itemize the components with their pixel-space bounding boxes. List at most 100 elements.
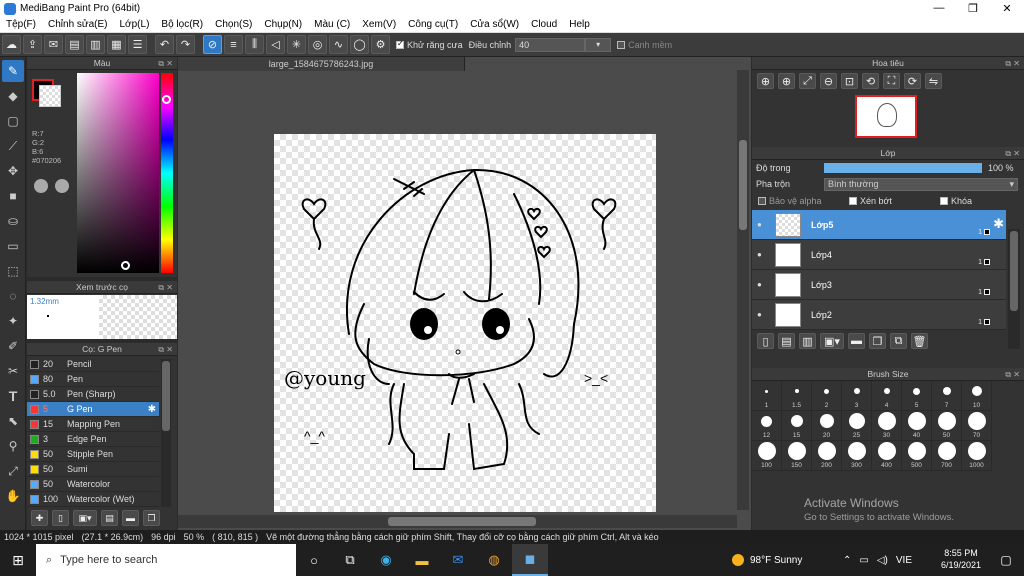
- cortana-icon[interactable]: ○: [296, 544, 332, 576]
- brush-size-option[interactable]: 70: [962, 411, 992, 441]
- document-tab[interactable]: large_1584675786243.jpg: [178, 57, 465, 71]
- brush-size-option[interactable]: 15: [782, 411, 812, 441]
- layer-add-menu-icon[interactable]: ▣▾: [820, 333, 844, 349]
- hand-tool-icon[interactable]: ✋: [2, 485, 24, 507]
- brush-folder-icon[interactable]: ▬: [122, 510, 139, 526]
- brush-item-g-pen[interactable]: 5G Pen ✱: [27, 402, 159, 417]
- file-explorer-icon[interactable]: ▬: [404, 544, 440, 576]
- network-icon[interactable]: ▭: [859, 555, 868, 566]
- gear-icon[interactable]: ✱: [993, 216, 1004, 232]
- select-tool-icon[interactable]: ⬚: [2, 260, 24, 282]
- panel-undock-icon[interactable]: ⧉ ✕: [1005, 147, 1020, 160]
- menu-cloud[interactable]: Cloud: [525, 19, 563, 30]
- medibang-taskbar-icon[interactable]: ◼: [512, 544, 548, 576]
- clipping-checkbox[interactable]: [849, 197, 857, 205]
- new-layer-icon[interactable]: ▯: [757, 333, 774, 349]
- tray-expand-icon[interactable]: ⌃: [843, 555, 851, 566]
- new-brush-icon[interactable]: ▯: [52, 510, 69, 526]
- brush-size-option[interactable]: 10: [962, 381, 992, 411]
- brush-item-stipple-pen[interactable]: 50 Stipple Pen: [27, 447, 159, 462]
- list-icon[interactable]: ☰: [128, 35, 147, 54]
- fill-rect-tool-icon[interactable]: ■: [2, 185, 24, 207]
- color-sv-picker[interactable]: [77, 73, 159, 273]
- brush-size-option[interactable]: 50: [932, 411, 962, 441]
- weather-widget[interactable]: 98°F Sunny: [732, 544, 802, 576]
- close-button[interactable]: ✕: [990, 2, 1024, 15]
- menu-snap[interactable]: Chụp(N): [258, 19, 308, 30]
- panel-undock-icon[interactable]: ⧉ ✕: [158, 57, 173, 70]
- fit-icon[interactable]: ⤢: [799, 73, 816, 89]
- brush-size-option[interactable]: 3: [842, 381, 872, 411]
- brush-size-option[interactable]: 5: [902, 381, 932, 411]
- layer-item[interactable]: ● Lớp5 1 ✱: [752, 210, 1006, 240]
- brush-size-option[interactable]: 500: [902, 441, 932, 471]
- edge-icon[interactable]: ◉: [368, 544, 404, 576]
- canvas-horizontal-scrollbar[interactable]: [178, 515, 737, 528]
- snap-circle-icon[interactable]: ◎: [308, 35, 327, 54]
- menu-view[interactable]: Xem(V): [356, 19, 402, 30]
- minimize-button[interactable]: —: [922, 2, 956, 15]
- volume-icon[interactable]: ◁): [877, 555, 888, 566]
- rotate-right-icon[interactable]: ⟳: [904, 73, 921, 89]
- snap-grid-icon[interactable]: ⫼: [245, 35, 264, 54]
- zoom-in-icon[interactable]: ⊕: [757, 73, 774, 89]
- language-indicator[interactable]: VIE: [896, 555, 912, 566]
- brush-size-option[interactable]: 700: [932, 441, 962, 471]
- brush-item-watercolor[interactable]: 50 Watercolor: [27, 477, 159, 492]
- layer-item[interactable]: ● Lớp3 1: [752, 270, 1006, 300]
- add-brush-icon[interactable]: ✚: [31, 510, 48, 526]
- protect-alpha-checkbox[interactable]: [758, 197, 766, 205]
- hue-slider[interactable]: [161, 73, 173, 273]
- redo-icon[interactable]: ↷: [176, 35, 195, 54]
- palette-settings-icon[interactable]: [55, 179, 69, 193]
- panel-undock-icon[interactable]: ⧉ ✕: [158, 343, 173, 356]
- operation-tool-icon[interactable]: ⬉: [2, 410, 24, 432]
- brush-size-option[interactable]: 400: [872, 441, 902, 471]
- menu-edit[interactable]: Chỉnh sửa(E): [42, 19, 114, 30]
- mail-icon[interactable]: ✉: [440, 544, 476, 576]
- flip-icon[interactable]: ⇋: [925, 73, 942, 89]
- text-tool-icon[interactable]: T: [2, 385, 24, 407]
- hue-cursor[interactable]: [162, 95, 171, 104]
- task-view-icon[interactable]: ⧉: [332, 544, 368, 576]
- undo-icon[interactable]: ↶: [155, 35, 174, 54]
- brush-item-mapping-pen[interactable]: 15 Mapping Pen: [27, 417, 159, 432]
- blend-select[interactable]: Bình thường ▾: [824, 177, 1018, 191]
- layer-list-scrollbar[interactable]: [1008, 229, 1020, 349]
- brush-size-option[interactable]: 40: [902, 411, 932, 441]
- brush-item-pen-sharp[interactable]: 5.0 Pen (Sharp): [27, 387, 159, 402]
- layer-item[interactable]: ● Lớp2 1: [752, 300, 1006, 330]
- brush-size-option[interactable]: 12: [752, 411, 782, 441]
- fullscreen-icon[interactable]: ⛶: [883, 73, 900, 89]
- brush-list-scroll-thumb[interactable]: [162, 361, 170, 431]
- snap-settings-icon[interactable]: ⚙: [371, 35, 390, 54]
- divide-tool-icon[interactable]: ⤢: [2, 460, 24, 482]
- secondary-color-swatch[interactable]: [39, 85, 61, 107]
- menu-color[interactable]: Màu (C): [308, 19, 356, 30]
- snap-vanish-icon[interactable]: ◁: [266, 35, 285, 54]
- notification-icon[interactable]: ▢: [992, 544, 1020, 576]
- page-icon[interactable]: ▤: [65, 35, 84, 54]
- antialias-toggle[interactable]: Khử răng cưa: [396, 39, 463, 50]
- rotate-left-icon[interactable]: ⟲: [862, 73, 879, 89]
- brush-settings-icon[interactable]: ▤: [101, 510, 118, 526]
- eyedropper-tool-icon[interactable]: ⚲: [2, 435, 24, 457]
- brush-size-option[interactable]: 2: [812, 381, 842, 411]
- actual-size-icon[interactable]: ⊡: [841, 73, 858, 89]
- new-halftone-layer-icon[interactable]: ▤: [778, 333, 795, 349]
- menu-filter[interactable]: Bộ lọc(R): [155, 19, 209, 30]
- brush-item-sumi[interactable]: 50 Sumi: [27, 462, 159, 477]
- canvas-vertical-scrollbar[interactable]: [737, 70, 749, 510]
- cloud-icon[interactable]: ☁: [2, 35, 21, 54]
- gear-icon[interactable]: ✱: [148, 404, 156, 415]
- snap-radial-icon[interactable]: ✳: [287, 35, 306, 54]
- brush-size-option[interactable]: 7: [932, 381, 962, 411]
- page-manage-icon[interactable]: ▥: [86, 35, 105, 54]
- visibility-icon[interactable]: ●: [757, 250, 767, 259]
- select-pen-tool-icon[interactable]: ✐: [2, 335, 24, 357]
- layer-item[interactable]: ● Lớp4 1: [752, 240, 1006, 270]
- menu-window[interactable]: Cửa sổ(W): [464, 19, 525, 30]
- canvas-v-scroll-thumb[interactable]: [739, 140, 747, 230]
- brush-size-option[interactable]: 1000: [962, 441, 992, 471]
- menu-tools[interactable]: Công cụ(T): [402, 19, 464, 30]
